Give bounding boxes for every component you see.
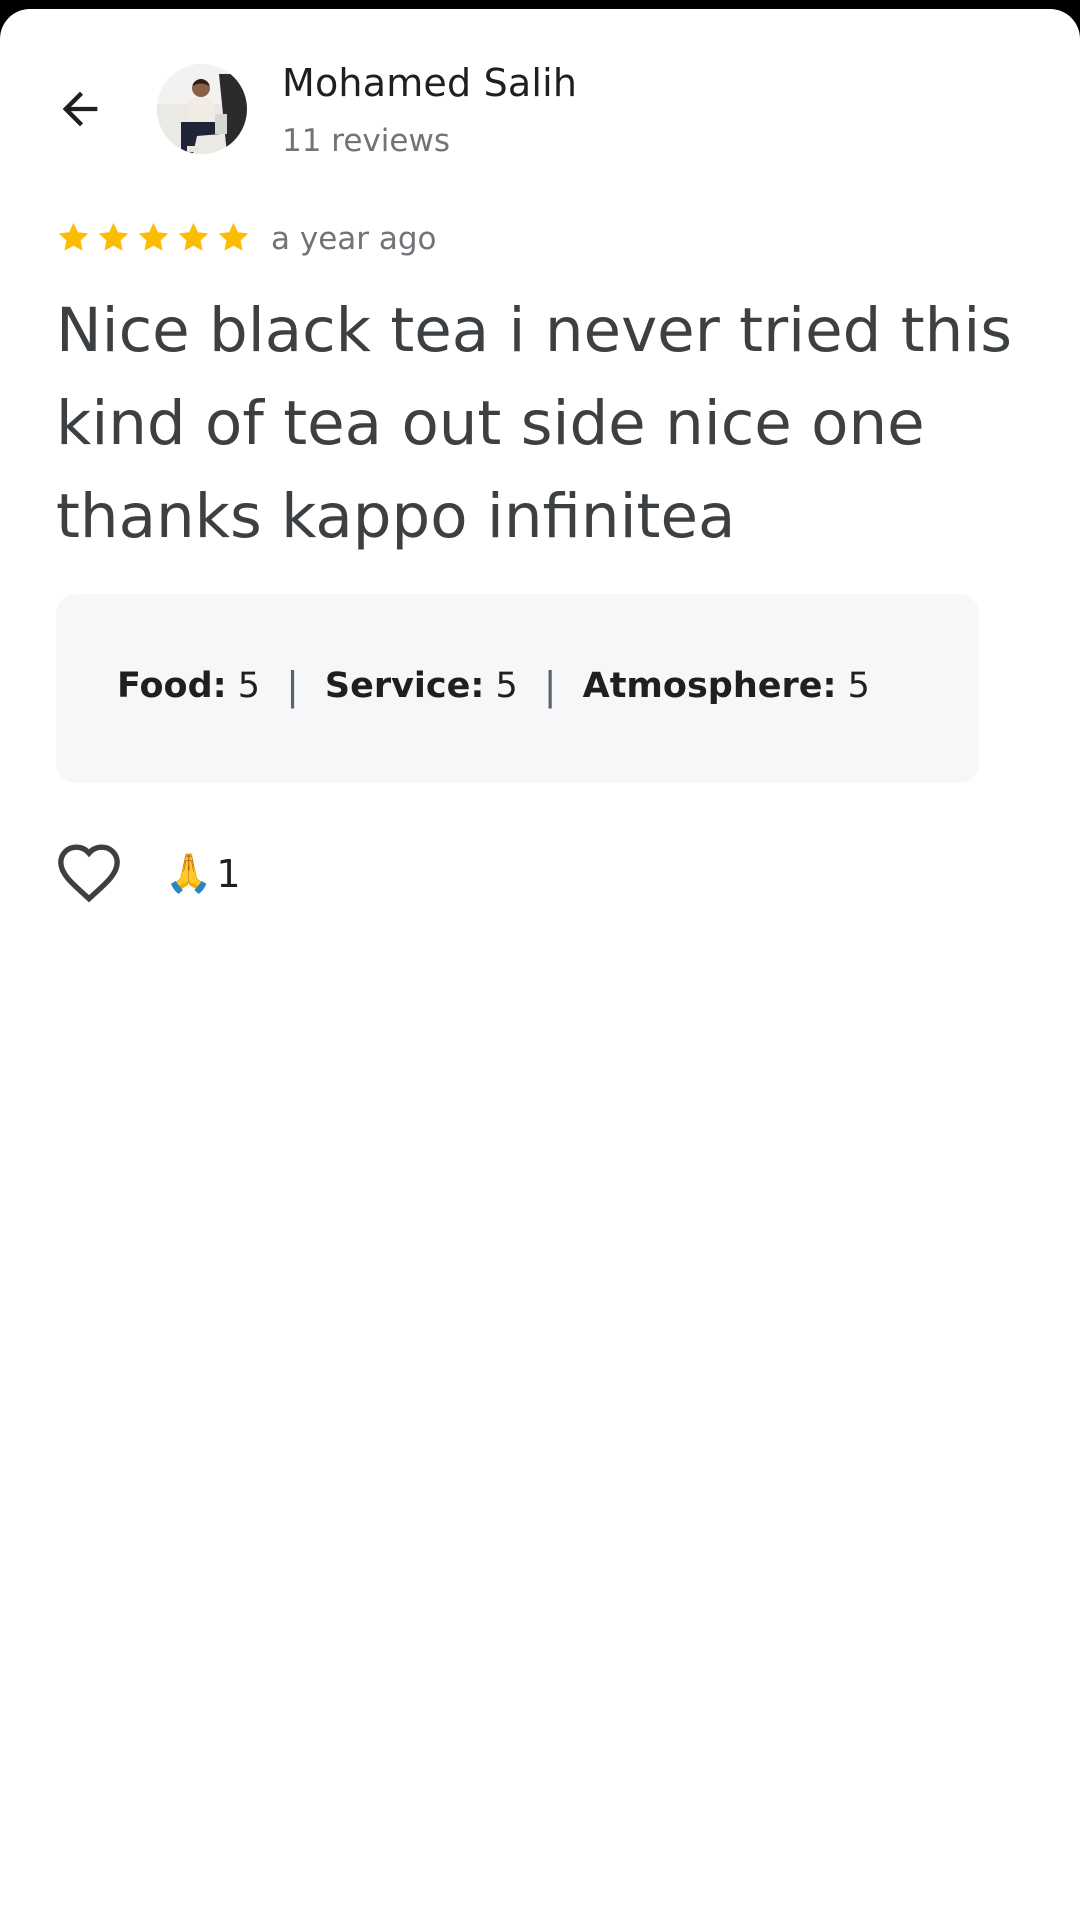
reaction-count: 1 xyxy=(216,851,241,896)
author-review-count: 11 reviews xyxy=(282,123,450,159)
rating-item-service: Service: 5 xyxy=(324,666,518,706)
rating-item-food: Food: 5 xyxy=(117,666,261,706)
review-text: Nice black tea i never tried this kind o… xyxy=(56,295,1013,552)
like-button[interactable] xyxy=(55,841,123,903)
star-rating xyxy=(55,219,252,256)
review-time: a year ago xyxy=(271,221,437,257)
heart-outline-icon xyxy=(58,844,120,903)
star-icon xyxy=(218,222,249,251)
reaction-chip[interactable]: 🙏 1 xyxy=(165,851,241,896)
star-icon xyxy=(178,222,209,251)
ratings-summary: Food: 5 | Service: 5 | Atmosphere: 5 xyxy=(56,594,979,783)
star-icon xyxy=(98,222,129,251)
ratings-row: Food: 5 | Service: 5 | Atmosphere: 5 xyxy=(117,664,870,708)
avatar[interactable] xyxy=(157,64,247,154)
rating-item-atmosphere: Atmosphere: 5 xyxy=(582,666,870,706)
folded-hands-emoji-icon: 🙏 xyxy=(165,851,213,895)
author-name[interactable]: Mohamed Salih xyxy=(282,61,577,105)
divider: | xyxy=(286,664,299,708)
back-button[interactable] xyxy=(40,69,120,149)
divider: | xyxy=(543,664,557,708)
review-sheet: Mohamed Salih 11 reviews a year ago Nice… xyxy=(0,9,1080,1920)
arrow-left-icon xyxy=(62,91,98,127)
star-icon xyxy=(58,222,89,251)
star-icon xyxy=(138,222,169,251)
